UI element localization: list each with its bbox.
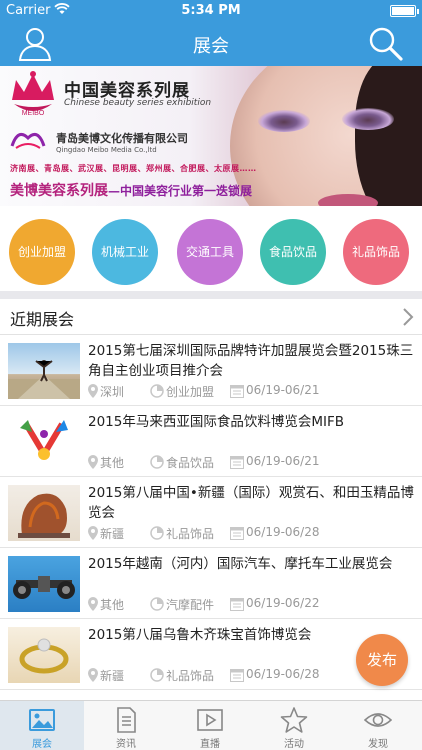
banner-eye: [258, 110, 310, 132]
expo-city: 其他: [100, 598, 125, 612]
company-logo-icon: [10, 132, 46, 149]
list-item[interactable]: 2015第八届中国•新疆（国际）观赏石、和田玉精品博览会 新疆 礼品饰品 06/…: [0, 477, 422, 548]
expo-city: 新疆: [100, 527, 125, 541]
expo-thumbnail: [8, 556, 80, 612]
image-icon: [29, 709, 55, 731]
status-bar: Carrier 5:34 PM: [0, 0, 422, 22]
expo-category: 汽摩配件: [166, 598, 215, 612]
expo-title: 2015年马来西亚国际食品饮料博览会MIFB: [88, 414, 345, 430]
search-icon[interactable]: [368, 26, 404, 62]
crown-logo-icon: MEIBO: [12, 71, 54, 117]
chevron-right-icon: [403, 308, 414, 326]
slogan-main: 美博美容系列展: [10, 183, 108, 199]
document-icon: [117, 707, 136, 733]
divider: [0, 291, 422, 299]
tab-discover[interactable]: 发现: [336, 701, 420, 750]
category-pie-icon: [150, 526, 164, 540]
tab-expo[interactable]: 展会: [0, 701, 84, 750]
category-lipin[interactable]: 礼品饰品: [343, 219, 409, 285]
banner-hair: [355, 66, 422, 206]
list-item[interactable]: 2015第七届深圳国际品牌特许加盟展览会暨2015珠三角自主创业项目推介会 深圳…: [0, 335, 422, 406]
section-title: 近期展会: [10, 310, 75, 329]
expo-list: 2015第七届深圳国际品牌特许加盟展览会暨2015珠三角自主创业项目推介会 深圳…: [0, 335, 422, 700]
location-pin-icon: [88, 526, 98, 540]
company-name: 青岛美博文化传播有限公司: [56, 132, 188, 145]
tab-label: 直播: [200, 739, 220, 750]
expo-category: 礼品饰品: [166, 669, 215, 683]
category-pie-icon: [150, 597, 164, 611]
expo-thumbnail: [8, 343, 80, 399]
calendar-icon: [230, 456, 244, 469]
tab-events[interactable]: 活动: [252, 701, 336, 750]
expo-dates: 06/19-06/22: [246, 596, 320, 610]
expo-thumbnail: [8, 414, 80, 470]
calendar-icon: [230, 598, 244, 611]
nav-bar: 展会: [0, 22, 422, 66]
publish-button[interactable]: 发布: [356, 634, 408, 686]
expo-dates: 06/19-06/21: [246, 383, 320, 397]
tab-bar: 展会 资讯 直播 活动 发现: [0, 700, 422, 750]
banner-subtitle: Chinese beauty series exhibition: [64, 98, 212, 108]
expo-city: 其他: [100, 456, 125, 470]
banner-cities: 济南展、青岛展、武汉展、昆明展、郑州展、合肥展、太原展……: [10, 164, 257, 173]
tab-news[interactable]: 资讯: [84, 701, 168, 750]
banner-slogan: 美博美容系列展—中国美容行业第一迭锁展: [10, 180, 252, 200]
slogan-tail: —中国美容行业第一迭锁展: [108, 184, 253, 198]
category-jiaotong[interactable]: 交通工具: [177, 219, 243, 285]
svg-text:MEIBO: MEIBO: [22, 110, 45, 117]
expo-city: 深圳: [100, 385, 125, 399]
expo-city: 新疆: [100, 669, 125, 683]
category-chuangye[interactable]: 创业加盟: [9, 219, 75, 285]
tab-live[interactable]: 直播: [168, 701, 252, 750]
category-bar: 创业加盟 机械工业 交通工具 食品饮品 礼品饰品: [0, 206, 422, 291]
location-pin-icon: [88, 455, 98, 469]
tab-label: 资讯: [116, 739, 136, 750]
expo-thumbnail: [8, 627, 80, 683]
expo-title: 2015年越南（河内）国际汽车、摩托车工业展览会: [88, 556, 393, 572]
expo-title: 2015第七届深圳国际品牌特许加盟展览会暨2015珠三角自主创业项目推介会: [88, 343, 414, 379]
eye-icon: [364, 713, 392, 727]
tab-label: 发现: [368, 739, 388, 750]
company-name-en: Qingdao Meibo Media Co.,ltd: [56, 146, 157, 154]
location-pin-icon: [88, 384, 98, 398]
tab-label: 活动: [284, 739, 304, 750]
expo-category: 创业加盟: [166, 385, 215, 399]
calendar-icon: [230, 385, 244, 398]
banner-lips: [318, 194, 378, 206]
play-icon: [197, 709, 223, 731]
category-jixie[interactable]: 机械工业: [92, 219, 158, 285]
category-shipin[interactable]: 食品饮品: [260, 219, 326, 285]
category-pie-icon: [150, 668, 164, 682]
location-pin-icon: [88, 668, 98, 682]
list-item[interactable]: 2015年马来西亚国际食品饮料博览会MIFB 其他 食品饮品 06/19-06/…: [0, 406, 422, 477]
recent-expos-header[interactable]: 近期展会: [0, 299, 422, 335]
calendar-icon: [230, 527, 244, 540]
battery-icon: [390, 5, 419, 17]
expo-dates: 06/19-06/28: [246, 667, 320, 681]
category-pie-icon: [150, 455, 164, 469]
category-pie-icon: [150, 384, 164, 398]
calendar-icon: [230, 669, 244, 682]
expo-category: 礼品饰品: [166, 527, 215, 541]
expo-dates: 06/19-06/21: [246, 454, 320, 468]
location-pin-icon: [88, 597, 98, 611]
clock: 5:34 PM: [181, 3, 241, 18]
tab-label: 展会: [32, 739, 52, 750]
expo-category: 食品饮品: [166, 456, 215, 470]
expo-title: 2015第八届中国•新疆（国际）观赏石、和田玉精品博览会: [88, 485, 414, 521]
expo-thumbnail: [8, 485, 80, 541]
banner-eye: [342, 108, 394, 130]
expo-dates: 06/19-06/28: [246, 525, 320, 539]
list-item[interactable]: 2015年越南（河内）国际汽车、摩托车工业展览会 其他 汽摩配件 06/19-0…: [0, 548, 422, 619]
page-title: 展会: [193, 36, 229, 57]
star-icon: [280, 707, 308, 733]
promo-banner[interactable]: MEIBO 中国美容系列展 Chinese beauty series exhi…: [0, 66, 422, 206]
